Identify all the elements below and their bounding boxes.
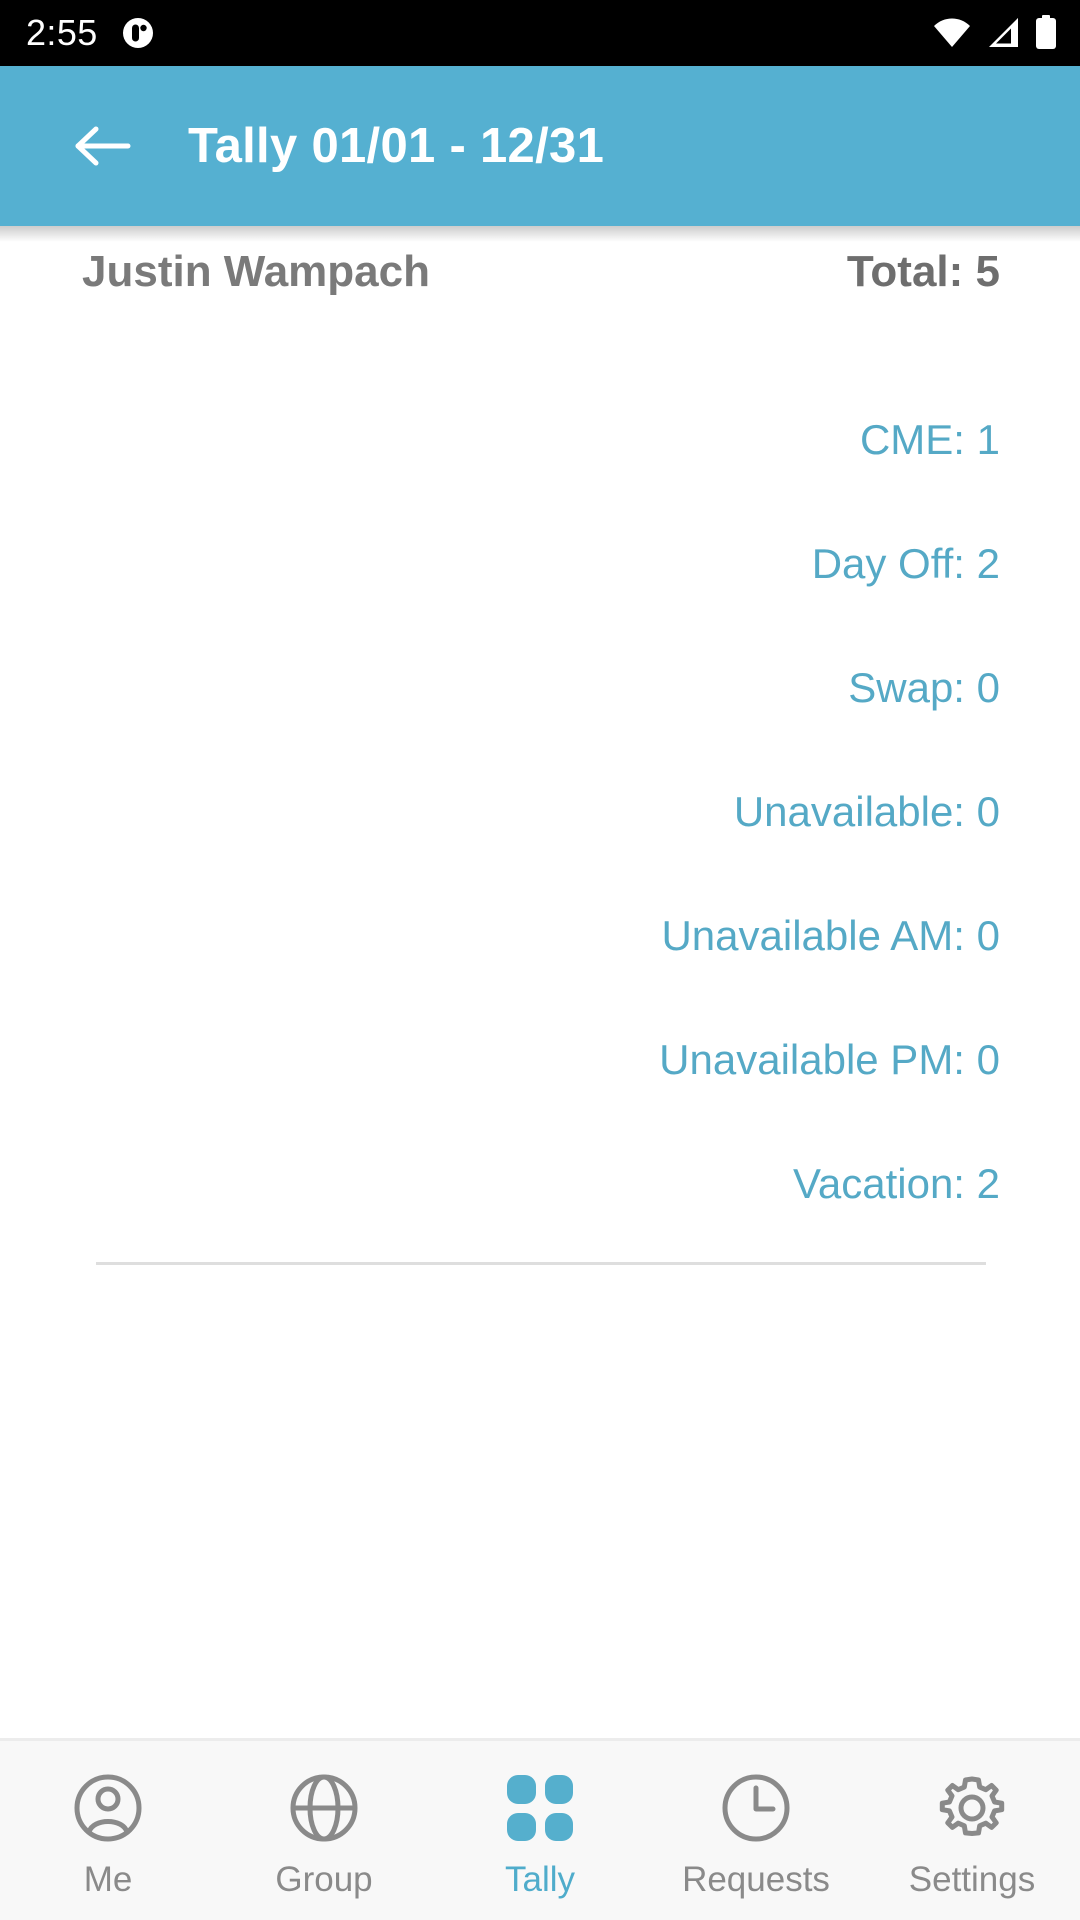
status-bar-system-icons [932,15,1058,51]
tally-row[interactable]: Unavailable PM: 0 [82,998,1000,1122]
nav-item-requests[interactable]: Requests [648,1741,864,1920]
back-button[interactable] [74,117,132,175]
tally-row-label: Unavailable AM: 0 [661,912,1000,959]
status-bar-clock: 2:55 [26,12,98,53]
tally-row-list: CME: 1 Day Off: 2 Swap: 0 Unavailable: 0… [82,378,1000,1246]
app-notification-icon [122,18,153,48]
gear-icon [936,1770,1008,1846]
tally-row-label: Swap: 0 [848,664,1000,711]
provider-name: Justin Wampach [82,247,430,296]
tally-row[interactable]: Unavailable: 0 [82,750,1000,874]
tally-row[interactable]: Day Off: 2 [82,502,1000,626]
nav-item-tally[interactable]: Tally [432,1741,648,1920]
nav-label-tally: Tally [504,1860,576,1899]
grid-square [544,1812,573,1841]
battery-full-icon [1036,15,1056,49]
tally-row[interactable]: Vacation: 2 [82,1122,1000,1246]
cell-signal-icon [989,18,1018,47]
clock-icon [720,1770,792,1846]
nav-label-settings: Settings [908,1860,1036,1899]
back-arrow-icon [75,126,131,166]
app-bar: Tally 01/01 - 12/31 [0,66,1080,242]
tally-row[interactable]: Unavailable AM: 0 [82,874,1000,998]
tally-row[interactable]: Swap: 0 [82,626,1000,750]
nav-item-settings[interactable]: Settings [864,1741,1080,1920]
tally-row-label: Unavailable PM: 0 [659,1036,1000,1083]
wifi-icon [934,18,970,47]
status-bar-notifications [120,15,156,51]
status-bar: 2:55 [0,0,1080,66]
tally-row-label: CME: 1 [859,416,1000,463]
nav-label-me: Me [83,1860,133,1899]
grid-squares-icon [507,1770,573,1846]
tally-card: Justin Wampach Total: 5 CME: 1 Day Off: … [0,250,1080,1265]
tally-card-header: Justin Wampach Total: 5 [82,250,1000,356]
total-count: Total: 5 [846,247,1000,296]
app-screen: 2:55 Tally 01/01 - 12/31 Justin Wampach … [0,0,1080,1920]
nav-label-group: Group [275,1860,373,1899]
tally-row-label: Vacation: 2 [792,1160,1000,1207]
nav-item-me[interactable]: Me [0,1741,216,1920]
tally-row-label: Unavailable: 0 [733,788,1000,835]
grid-square [544,1775,573,1804]
page-title: Tally 01/01 - 12/31 [188,118,605,173]
globe-icon [288,1770,360,1846]
card-divider [96,1262,986,1265]
tally-row-label: Day Off: 2 [811,540,1000,587]
nav-label-requests: Requests [682,1860,830,1899]
main-content: Justin Wampach Total: 5 CME: 1 Day Off: … [0,226,1080,1738]
nav-item-group[interactable]: Group [216,1741,432,1920]
bottom-navigation-bar: Me Group Tally Requests Settings [0,1738,1080,1920]
grid-square [507,1812,536,1841]
grid-square [507,1775,536,1804]
person-circle-icon [72,1770,144,1846]
tally-row[interactable]: CME: 1 [82,378,1000,502]
